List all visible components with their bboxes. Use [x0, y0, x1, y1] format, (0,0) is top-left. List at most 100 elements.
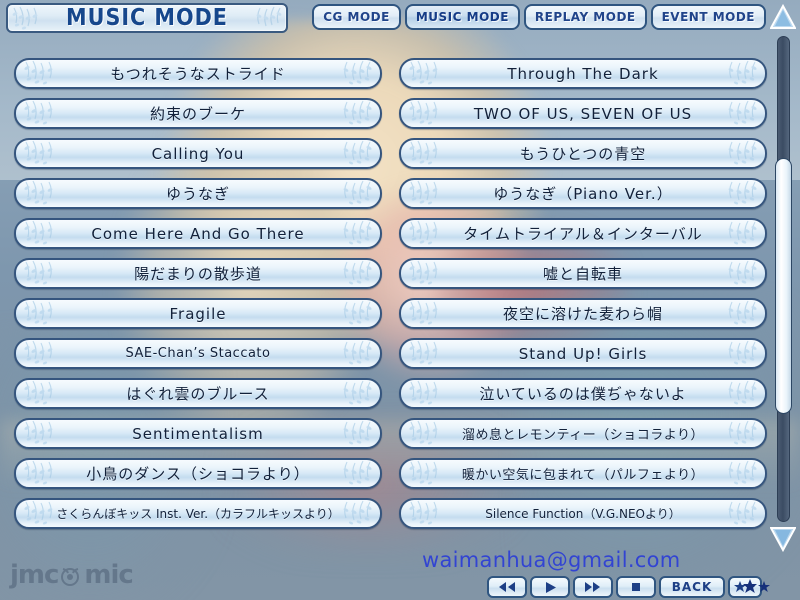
song-title: Come Here And Go There — [91, 224, 305, 243]
floral-decoration-icon — [18, 460, 76, 487]
song-item[interactable]: Come Here And Go There — [14, 218, 382, 249]
song-item[interactable]: はぐれ雲のブルース — [14, 378, 382, 409]
floral-decoration-icon — [320, 140, 378, 167]
floral-decoration-icon — [320, 340, 378, 367]
triangle-up-icon[interactable] — [769, 3, 797, 30]
song-item[interactable]: Stand Up! Girls — [399, 338, 767, 369]
floral-decoration-icon — [705, 220, 763, 247]
floral-decoration-icon — [705, 180, 763, 207]
floral-decoration-icon — [403, 180, 461, 207]
floral-decoration-icon — [705, 260, 763, 287]
rewind-icon — [499, 582, 515, 592]
floral-decoration-icon — [320, 420, 378, 447]
song-item[interactable]: 泣いているのは僕ぢゃないよ — [399, 378, 767, 409]
song-title: 暖かい空気に包まれて（パルフェより） — [461, 468, 705, 483]
song-item[interactable]: Fragile — [14, 298, 382, 329]
song-item[interactable]: 陽だまりの散歩道 — [14, 258, 382, 289]
song-title: SAE-Chan’s Staccato — [125, 346, 271, 361]
floral-decoration-icon — [18, 340, 76, 367]
floral-decoration-icon — [705, 380, 763, 407]
floral-decoration-icon — [320, 260, 378, 287]
fast-forward-icon — [585, 582, 600, 592]
song-item[interactable]: Sentimentalism — [14, 418, 382, 449]
floral-decoration-icon — [320, 300, 378, 327]
song-title: もつれそうなストライド — [110, 65, 286, 83]
song-item[interactable]: TWO OF US, SEVEN OF US — [399, 98, 767, 129]
song-title: Stand Up! Girls — [518, 344, 648, 363]
scrollbar[interactable] — [768, 2, 798, 598]
floral-decoration-icon — [705, 140, 763, 167]
scrollbar-thumb[interactable] — [775, 157, 792, 414]
stop-icon — [632, 583, 640, 591]
logo-text-prefix: jmc — [10, 560, 59, 590]
song-item[interactable]: 溜め息とレモンティー（ショコラより） — [399, 418, 767, 449]
site-logo-watermark: jmc mic — [10, 560, 134, 590]
triangle-down-icon[interactable] — [769, 526, 797, 553]
floral-decoration-icon — [320, 100, 378, 127]
song-item[interactable]: 暖かい空気に包まれて（パルフェより） — [399, 458, 767, 489]
sticker-decoration-icon — [742, 578, 772, 596]
floral-decoration-icon — [403, 140, 461, 167]
song-item[interactable]: SAE-Chan’s Staccato — [14, 338, 382, 369]
floral-decoration-icon — [320, 180, 378, 207]
song-item[interactable]: もうひとつの青空 — [399, 138, 767, 169]
song-title: 小鳥のダンス（ショコラより） — [86, 465, 310, 483]
floral-decoration-icon — [320, 460, 378, 487]
floral-decoration-icon — [320, 380, 378, 407]
song-title: はぐれ雲のブルース — [126, 385, 270, 403]
floral-decoration-icon — [403, 340, 461, 367]
song-title: さくらんぼキッス Inst. Ver.（カラフルキッスより） — [56, 507, 340, 521]
song-item[interactable]: 嘘と自転車 — [399, 258, 767, 289]
song-title: Silence Function（V.G.NEOより） — [485, 507, 681, 521]
floral-decoration-icon — [403, 60, 461, 87]
floral-decoration-icon — [320, 220, 378, 247]
song-title: 溜め息とレモンティー（ショコラより） — [462, 428, 704, 443]
song-title: 陽だまりの散歩道 — [134, 265, 262, 283]
floral-decoration-icon — [403, 380, 461, 407]
play-button[interactable] — [530, 576, 570, 598]
song-title: TWO OF US, SEVEN OF US — [473, 104, 693, 123]
stop-button[interactable] — [616, 576, 656, 598]
song-title: 夜空に溶けた麦わら帽 — [502, 305, 663, 323]
song-title: 約束のブーケ — [149, 105, 246, 123]
song-title: もうひとつの青空 — [519, 145, 647, 163]
song-title: ゆうなぎ（Piano Ver.） — [493, 185, 673, 203]
song-item[interactable]: ゆうなぎ（Piano Ver.） — [399, 178, 767, 209]
floral-decoration-icon — [403, 420, 461, 447]
play-icon — [546, 581, 556, 593]
floral-decoration-icon — [403, 100, 461, 127]
back-button[interactable]: BACK — [659, 576, 725, 598]
floral-decoration-icon — [18, 420, 76, 447]
song-item[interactable]: 小鳥のダンス（ショコラより） — [14, 458, 382, 489]
song-item[interactable]: タイムトライアル＆インターバル — [399, 218, 767, 249]
email-watermark: waimanhua@gmail.com — [422, 548, 681, 572]
floral-decoration-icon — [705, 340, 763, 367]
floral-decoration-icon — [320, 60, 378, 87]
floral-decoration-icon — [403, 220, 461, 247]
song-item[interactable]: Calling You — [14, 138, 382, 169]
song-list: もつれそうなストライド 約束のブーケ Calling You ゆうなぎ Come Her… — [0, 0, 800, 600]
fast-forward-button[interactable] — [573, 576, 613, 598]
song-item[interactable]: ゆうなぎ — [14, 178, 382, 209]
song-title: Sentimentalism — [132, 424, 264, 443]
rewind-button[interactable] — [487, 576, 527, 598]
song-item[interactable]: 夜空に溶けた麦わら帽 — [399, 298, 767, 329]
floral-decoration-icon — [705, 300, 763, 327]
floral-decoration-icon — [18, 180, 76, 207]
floral-decoration-icon — [18, 100, 76, 127]
song-title: Fragile — [169, 304, 227, 323]
floral-decoration-icon — [705, 100, 763, 127]
song-item[interactable]: さくらんぼキッス Inst. Ver.（カラフルキッスより） — [14, 498, 382, 529]
floral-decoration-icon — [705, 460, 763, 487]
song-column-left: もつれそうなストライド 約束のブーケ Calling You ゆうなぎ Come Her… — [14, 58, 382, 538]
floral-decoration-icon — [18, 140, 76, 167]
song-title: 嘘と自転車 — [542, 265, 623, 283]
song-item[interactable]: Silence Function（V.G.NEOより） — [399, 498, 767, 529]
song-title: Through The Dark — [507, 64, 659, 83]
song-item[interactable]: Through The Dark — [399, 58, 767, 89]
song-item[interactable]: もつれそうなストライド — [14, 58, 382, 89]
song-title: タイムトライアル＆インターバル — [463, 225, 703, 243]
floral-decoration-icon — [403, 260, 461, 287]
music-mode-screen: MUSIC MODE CG MODE MUSIC MODE REPLAY MOD… — [0, 0, 800, 600]
song-item[interactable]: 約束のブーケ — [14, 98, 382, 129]
